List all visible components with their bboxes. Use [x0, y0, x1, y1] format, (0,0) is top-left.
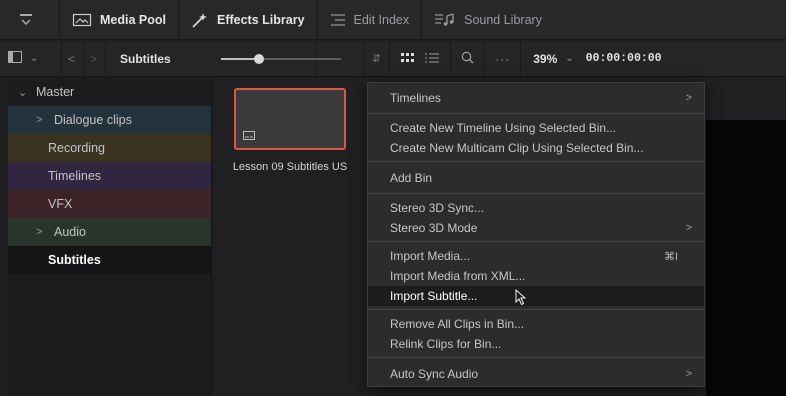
chevron-down-icon: ⌄	[565, 53, 574, 64]
bin-label: VFX	[48, 197, 73, 211]
zoom-value: 39%	[533, 51, 558, 66]
menu-item-import-xml[interactable]: Import Media from XML...	[368, 266, 704, 286]
menu-divider	[368, 241, 704, 242]
bin-audio[interactable]: > Audio	[8, 218, 211, 246]
bin-subtitles[interactable]: Subtitles	[8, 246, 211, 274]
media-pool-icon	[72, 12, 92, 28]
chevron-right-icon: >	[685, 222, 692, 234]
list-view-icon[interactable]	[420, 52, 444, 66]
forward-button[interactable]: >	[84, 40, 106, 77]
clip-thumbnail[interactable]	[234, 88, 346, 150]
media-pool-label: Media Pool	[100, 12, 166, 27]
menu-item-import-media[interactable]: Import Media... ⌘I	[368, 246, 704, 266]
menu-item-import-subtitle[interactable]: Import Subtitle...	[368, 286, 704, 306]
timecode-display: 00:00:00:00	[585, 52, 662, 65]
effects-library-label: Effects Library	[216, 12, 305, 27]
bin-label: Dialogue clips	[54, 113, 132, 127]
menu-item-stereo-mode[interactable]: Stereo 3D Mode >	[368, 218, 704, 238]
zoom-level[interactable]: 39% ⌄	[521, 41, 581, 77]
chevron-down-icon[interactable]: ⌄	[18, 86, 36, 99]
grid-view-icon[interactable]	[396, 52, 420, 66]
bin-label: Master	[36, 85, 75, 99]
sound-library-icon	[434, 12, 456, 27]
menu-item-create-timeline[interactable]: Create New Timeline Using Selected Bin..…	[368, 118, 704, 138]
bin-vfx[interactable]: VFX	[8, 190, 211, 218]
subtitle-clip-icon	[243, 131, 255, 143]
view-toggle-group	[390, 40, 452, 77]
chevron-left-icon: <	[68, 51, 76, 66]
media-pool-toolbar: ⌄ < > Subtitles ⇵ ··· 39% ⌄ 00:00:00:00	[0, 40, 786, 77]
bin-label: Audio	[54, 225, 86, 239]
chevron-right-icon[interactable]: >	[36, 114, 54, 126]
bin-label: Timelines	[48, 169, 102, 183]
bin-timelines[interactable]: Timelines	[8, 162, 211, 190]
menu-item-add-bin[interactable]: Add Bin	[368, 166, 704, 190]
shortcut-label: ⌘I	[663, 250, 678, 263]
more-dots-icon: ···	[495, 51, 511, 66]
viewer-panel	[706, 120, 786, 396]
sound-library-tab[interactable]: Sound Library	[422, 0, 554, 40]
menu-item-timelines[interactable]: Timelines >	[368, 86, 704, 110]
bin-dialogue-clips[interactable]: > Dialogue clips	[8, 106, 211, 134]
slider-knob[interactable]	[254, 53, 264, 64]
sort-button[interactable]: ⇵	[363, 40, 391, 77]
chevron-right-icon: >	[685, 92, 692, 104]
edit-index-tab[interactable]: Edit Index	[318, 0, 423, 40]
bin-master[interactable]: ⌄ Master	[8, 78, 211, 106]
search-icon	[461, 51, 474, 67]
menu-divider	[368, 113, 704, 114]
menu-divider	[368, 357, 704, 358]
bin-recording[interactable]: Recording	[8, 134, 211, 162]
clip-name: Lesson 09 Subtitles US	[232, 161, 348, 173]
effects-library-icon	[191, 12, 209, 28]
menu-item-stereo-sync[interactable]: Stereo 3D Sync...	[368, 198, 704, 218]
sound-library-label: Sound Library	[464, 12, 542, 27]
mouse-pointer-icon	[515, 288, 527, 309]
chevron-right-icon: >	[90, 51, 98, 66]
sidebar-toggle-button[interactable]: ⌄	[0, 40, 62, 77]
chevron-down-icon: ⌄	[30, 53, 39, 64]
context-menu: Timelines > Create New Timeline Using Se…	[367, 82, 705, 387]
chevron-right-icon: >	[685, 368, 692, 380]
bin-label: Subtitles	[48, 253, 101, 267]
bin-sidebar: ⌄ Master > Dialogue clips Recording Time…	[8, 78, 212, 396]
panel-layout-icon	[18, 12, 34, 28]
top-toolbar: Media Pool Effects Library Edit Index So…	[0, 0, 786, 40]
sort-updown-icon: ⇵	[372, 53, 382, 65]
menu-divider	[368, 193, 704, 194]
menu-item-remove-clips[interactable]: Remove All Clips in Bin...	[368, 314, 704, 334]
thumbnail-size-slider[interactable]	[221, 41, 341, 77]
menu-item-relink-clips[interactable]: Relink Clips for Bin...	[368, 334, 704, 354]
bin-label: Recording	[48, 141, 105, 155]
media-pool-tab[interactable]: Media Pool	[60, 0, 179, 40]
effects-library-tab[interactable]: Effects Library	[179, 0, 318, 40]
more-options-button[interactable]: ···	[485, 40, 522, 77]
menu-item-auto-sync-audio[interactable]: Auto Sync Audio >	[368, 362, 704, 386]
chevron-right-icon[interactable]: >	[36, 226, 54, 238]
menu-divider	[368, 309, 704, 310]
layout-toggle-button[interactable]	[0, 0, 60, 40]
menu-item-create-multicam[interactable]: Create New Multicam Clip Using Selected …	[368, 138, 704, 158]
search-button[interactable]	[451, 40, 486, 77]
edit-index-label: Edit Index	[353, 12, 410, 27]
back-button[interactable]: <	[62, 40, 84, 77]
sidebar-panel-icon	[8, 51, 22, 66]
menu-divider	[368, 161, 704, 162]
edit-index-icon	[330, 13, 346, 27]
